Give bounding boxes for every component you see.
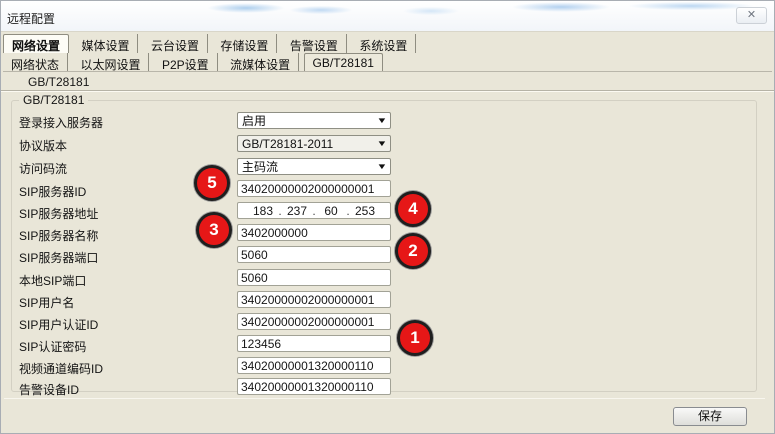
ip-dot: . (275, 204, 285, 218)
header-separator (1, 90, 774, 92)
chevron-down-icon: ▼ (376, 116, 387, 125)
tab-media-settings[interactable]: 媒体设置 (73, 34, 138, 53)
ip-octet-2: 237 (285, 204, 309, 218)
access-stream-value: 主码流 (242, 158, 278, 175)
remote-config-dialog: 远程配置 ✕ 网络设置 媒体设置 云台设置 存储设置 告警设置 系统设置 网络状… (0, 0, 775, 434)
sip-server-name-field[interactable] (237, 224, 391, 241)
label-access-stream: 访问码流 (19, 160, 67, 177)
close-icon[interactable]: ✕ (736, 7, 767, 24)
sip-server-port-field[interactable] (237, 246, 391, 263)
ip-dot: . (343, 204, 353, 218)
callout-badge-5: 5 (194, 165, 230, 201)
tabstrip-underline (3, 71, 772, 72)
access-stream-select[interactable]: 主码流 ▼ (237, 158, 391, 175)
label-video-channel-id: 视频通道编码ID (19, 360, 103, 377)
tab-stream-media-settings[interactable]: 流媒体设置 (222, 53, 299, 72)
label-login-access-server: 登录接入服务器 (19, 114, 103, 131)
label-alarm-device-id: 告警设备ID (19, 381, 79, 398)
sip-username-field[interactable] (237, 291, 391, 308)
label-sip-server-id: SIP服务器ID (19, 183, 86, 200)
label-sip-username: SIP用户名 (19, 294, 74, 311)
ip-dot: . (309, 204, 319, 218)
chevron-down-icon: ▼ (376, 162, 387, 171)
video-channel-id-field[interactable] (237, 357, 391, 374)
tab-pane-bottom-edge (4, 398, 765, 399)
tab-ethernet-settings[interactable]: 以太网设置 (72, 53, 149, 72)
groupbox-legend: GB/T28181 (19, 93, 88, 107)
callout-badge-1: 1 (397, 320, 433, 356)
label-sip-server-address: SIP服务器地址 (19, 205, 98, 222)
login-access-server-value: 启用 (242, 112, 266, 129)
tab-p2p-settings[interactable]: P2P设置 (154, 53, 218, 72)
tab-network-settings[interactable]: 网络设置 (3, 34, 69, 53)
label-sip-auth-password: SIP认证密码 (19, 338, 86, 355)
sip-auth-password-field[interactable] (237, 335, 391, 352)
save-button[interactable]: 保存 (673, 407, 747, 426)
ip-octet-1: 183 (251, 204, 275, 218)
chevron-down-icon: ▼ (376, 139, 387, 148)
callout-badge-2: 2 (395, 233, 431, 269)
tab-storage-settings[interactable]: 存储设置 (212, 34, 277, 53)
protocol-version-select[interactable]: GB/T28181-2011 ▼ (237, 135, 391, 152)
page-title: GB/T28181 (28, 75, 89, 89)
tabstrip-level2: 网络状态 以太网设置 P2P设置 流媒体设置 GB/T28181 (3, 53, 772, 72)
callout-badge-3: 3 (196, 212, 232, 248)
protocol-version-value: GB/T28181-2011 (242, 137, 333, 151)
ip-octet-3: 60 (319, 204, 343, 218)
label-sip-server-port: SIP服务器端口 (19, 249, 98, 266)
alarm-device-id-field[interactable] (237, 378, 391, 395)
title-bar: 远程配置 ✕ (1, 1, 774, 32)
label-sip-user-auth-id: SIP用户认证ID (19, 316, 98, 333)
tab-network-status[interactable]: 网络状态 (3, 53, 68, 72)
ip-octet-4: 253 (353, 204, 377, 218)
tab-system-settings[interactable]: 系统设置 (351, 34, 416, 53)
label-protocol-version: 协议版本 (19, 137, 67, 154)
label-local-sip-port: 本地SIP端口 (19, 272, 86, 289)
callout-badge-4: 4 (395, 191, 431, 227)
tab-alarm-settings[interactable]: 告警设置 (282, 34, 347, 53)
tab-ptz-settings[interactable]: 云台设置 (143, 34, 208, 53)
sip-server-address-field[interactable]: 183.237.60.253 (237, 202, 391, 219)
local-sip-port-field[interactable] (237, 269, 391, 286)
label-sip-server-name: SIP服务器名称 (19, 227, 98, 244)
sip-server-id-field[interactable] (237, 180, 391, 197)
dialog-title: 远程配置 (7, 10, 55, 27)
tab-gbt28181[interactable]: GB/T28181 (304, 53, 383, 72)
tabstrip-level1: 网络设置 媒体设置 云台设置 存储设置 告警设置 系统设置 (3, 34, 772, 53)
sip-user-auth-id-field[interactable] (237, 313, 391, 330)
login-access-server-select[interactable]: 启用 ▼ (237, 112, 391, 129)
